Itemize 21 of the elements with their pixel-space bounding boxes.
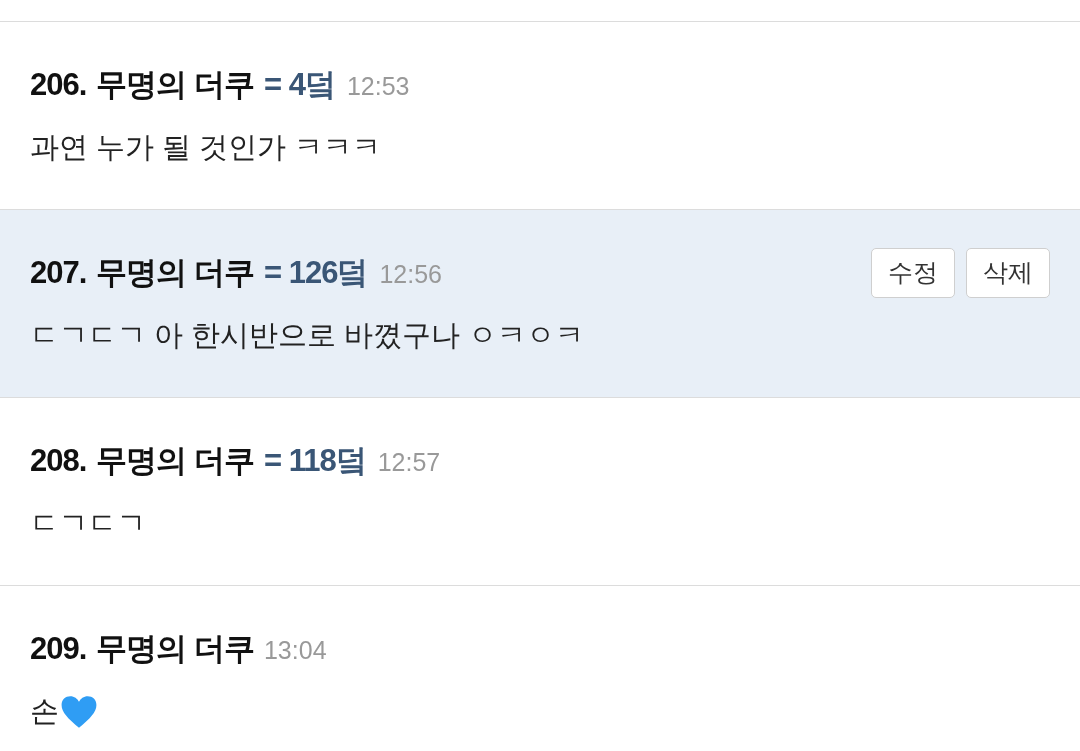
comment-text: ㄷㄱㄷㄱ 아 한시반으로 바꼈구나 ㅇㅋㅇㅋ xyxy=(30,318,585,354)
comment-time: 12:56 xyxy=(379,259,442,291)
comment-time: 12:57 xyxy=(377,447,441,479)
score-label: = 126덬 xyxy=(263,253,368,292)
score-label: = 4덬 xyxy=(263,65,335,104)
comment-number: 206. xyxy=(30,65,87,104)
author-name: 무명의 더쿠 xyxy=(96,65,254,104)
comment-text: ㄷㄱㄷㄱ xyxy=(30,506,146,542)
comment-number: 209. xyxy=(30,629,87,668)
delete-button[interactable]: 삭제 xyxy=(966,248,1050,298)
comment-time: 12:53 xyxy=(346,71,410,103)
author-name: 무명의 더쿠 xyxy=(96,629,254,668)
comment-number: 207. xyxy=(30,253,87,292)
comment-number: 208. xyxy=(30,441,87,480)
author-name: 무명의 더쿠 xyxy=(96,441,254,480)
comment-text: 손 xyxy=(30,694,59,730)
edit-button[interactable]: 수정 xyxy=(871,248,955,298)
score-label: = 118덬 xyxy=(263,441,366,480)
comment-time: 13:04 xyxy=(263,635,327,667)
comment-text: 과연 누가 될 것인가 ㅋㅋㅋ xyxy=(30,130,382,166)
author-name: 무명의 더쿠 xyxy=(96,253,254,292)
